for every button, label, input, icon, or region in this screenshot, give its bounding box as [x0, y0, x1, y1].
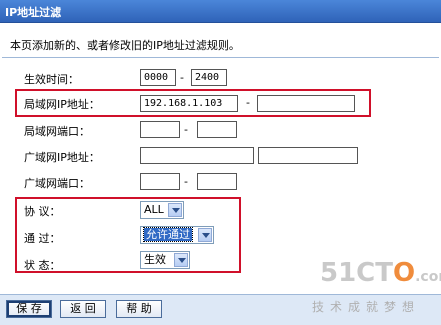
watermark-tagline: 技术成就梦想	[312, 300, 421, 314]
wan-ip-label: 广域网IP地址：	[24, 151, 100, 164]
range-dash: -	[184, 123, 188, 136]
effective-time-start-input[interactable]: 0000	[140, 69, 176, 86]
wan-port-start-input[interactable]	[140, 173, 180, 190]
back-button[interactable]: 返 回	[60, 300, 106, 318]
range-dash: -	[184, 175, 188, 188]
range-dash: -	[180, 71, 184, 84]
divider	[2, 57, 439, 58]
lan-port-label: 局域网端口：	[24, 125, 90, 138]
effective-time-label: 生效时间：	[24, 73, 79, 86]
page-description: 本页添加新的、或者修改旧的IP地址过滤规则。	[10, 39, 240, 52]
highlight-box-rule-settings	[15, 197, 241, 273]
form-panel: 本页添加新的、或者修改旧的IP地址过滤规则。 生效时间： 0000 - 2400…	[2, 23, 439, 293]
save-button[interactable]: 保 存	[6, 300, 52, 318]
window-title: IP地址过滤	[5, 6, 62, 19]
title-bar: IP地址过滤	[0, 0, 441, 23]
help-button[interactable]: 帮 助	[116, 300, 162, 318]
lan-port-end-input[interactable]	[197, 121, 237, 138]
wan-ip-start-input[interactable]	[140, 147, 254, 164]
watermark-logo: 51CTO.com	[320, 258, 441, 288]
wan-ip-end-input[interactable]	[258, 147, 358, 164]
button-bar: 保 存 返 回 帮 助 技术成就梦想	[0, 294, 441, 325]
wan-port-end-input[interactable]	[197, 173, 237, 190]
effective-time-end-input[interactable]: 2400	[191, 69, 227, 86]
highlight-box-lan-ip	[15, 89, 371, 117]
lan-port-start-input[interactable]	[140, 121, 180, 138]
wan-port-label: 广域网端口：	[24, 177, 90, 190]
